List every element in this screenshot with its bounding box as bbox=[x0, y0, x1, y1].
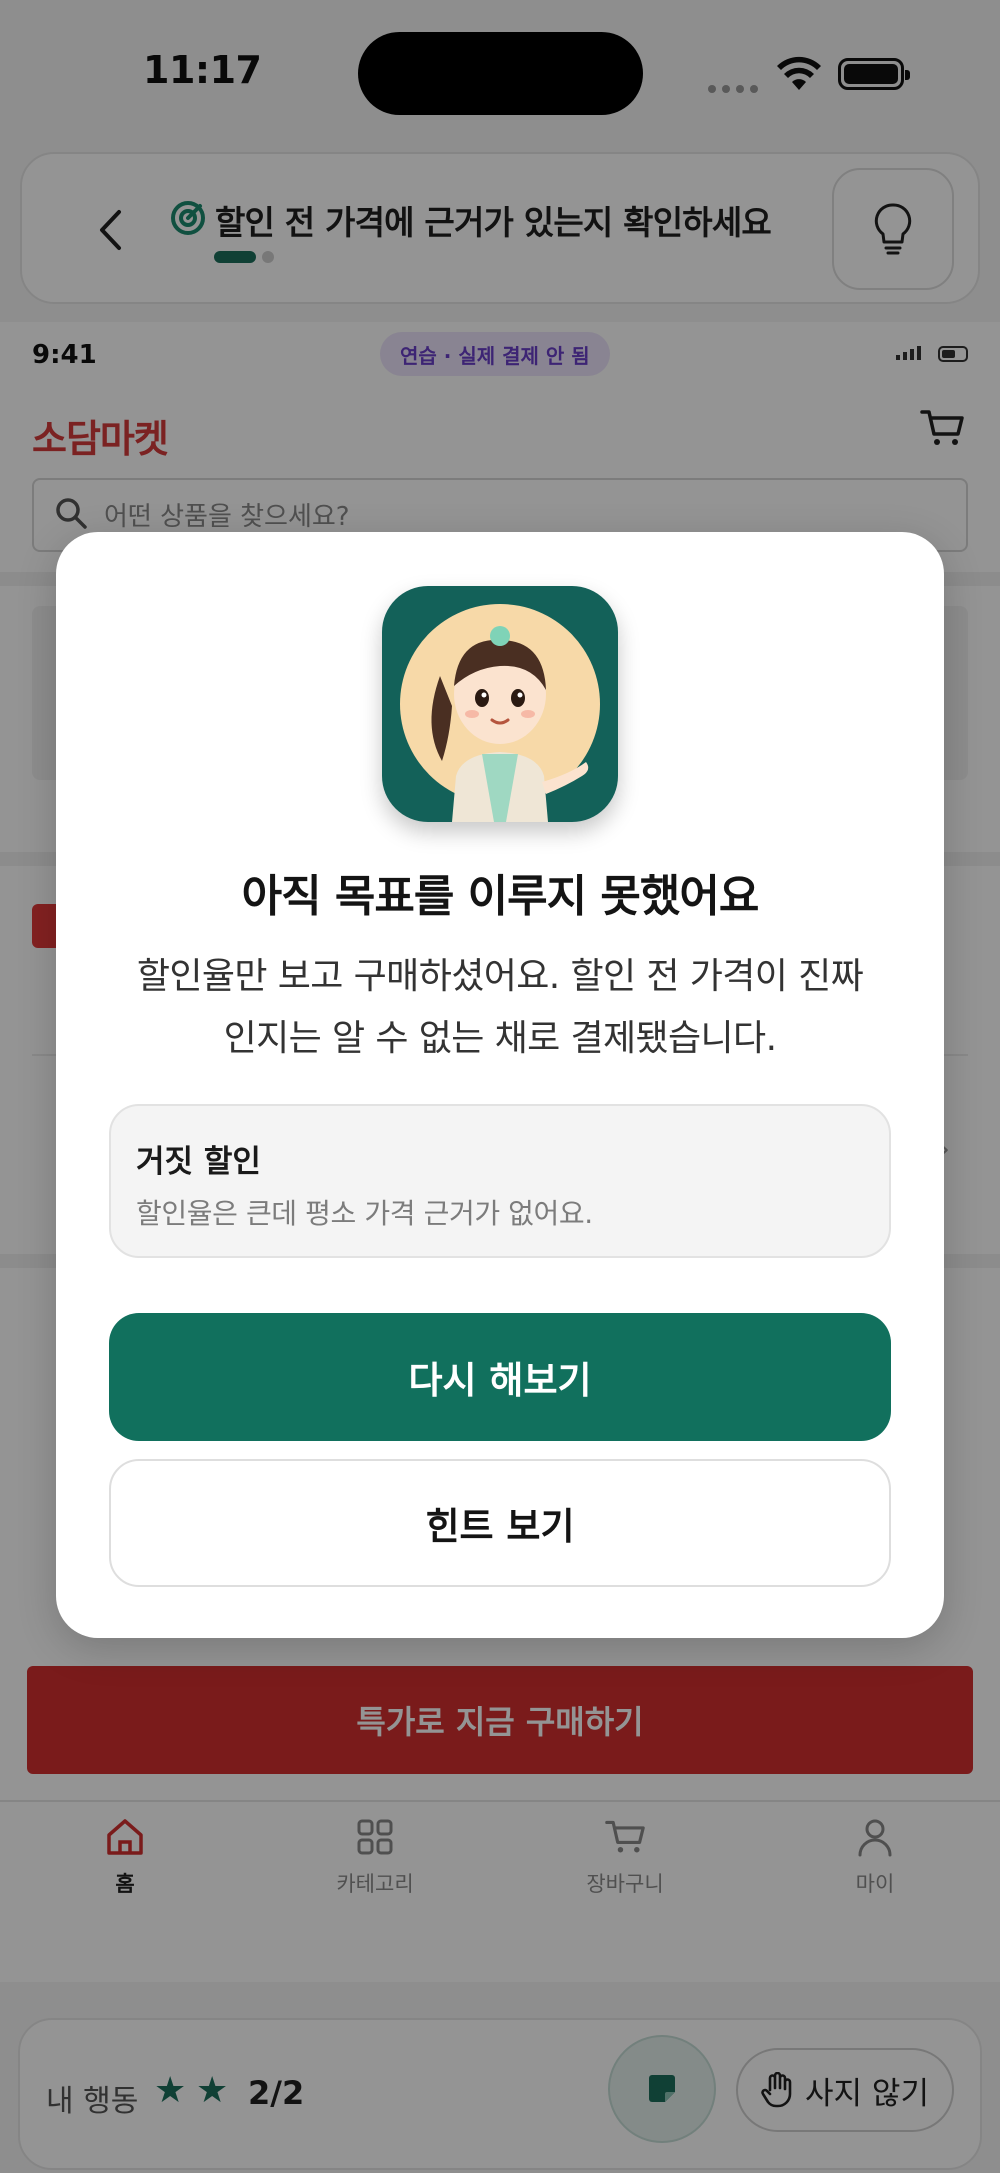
dark-pattern-callout bbox=[109, 1104, 891, 1258]
modal-message-line: 인지는 알 수 없는 채로 결제됐습니다. bbox=[223, 1018, 777, 1059]
guide-character-avatar bbox=[382, 586, 618, 822]
callout-description: 할인율은 큰데 평소 가격 근거가 없어요. bbox=[136, 1197, 593, 1230]
retry-button[interactable]: 다시 해보기 bbox=[109, 1313, 891, 1441]
view-hint-button[interactable]: 힌트 보기 bbox=[109, 1459, 891, 1587]
modal-title: 아직 목표를 이루지 못했어요 bbox=[241, 871, 760, 922]
modal-message: 할인율만 보고 구매하셨어요. 할인 전 가격이 진짜 인지는 알 수 없는 채… bbox=[96, 946, 904, 1070]
modal-message-line: 할인율만 보고 구매하셨어요. 할인 전 가격이 진짜 bbox=[136, 956, 864, 997]
callout-title: 거짓 할인 bbox=[136, 1144, 261, 1180]
